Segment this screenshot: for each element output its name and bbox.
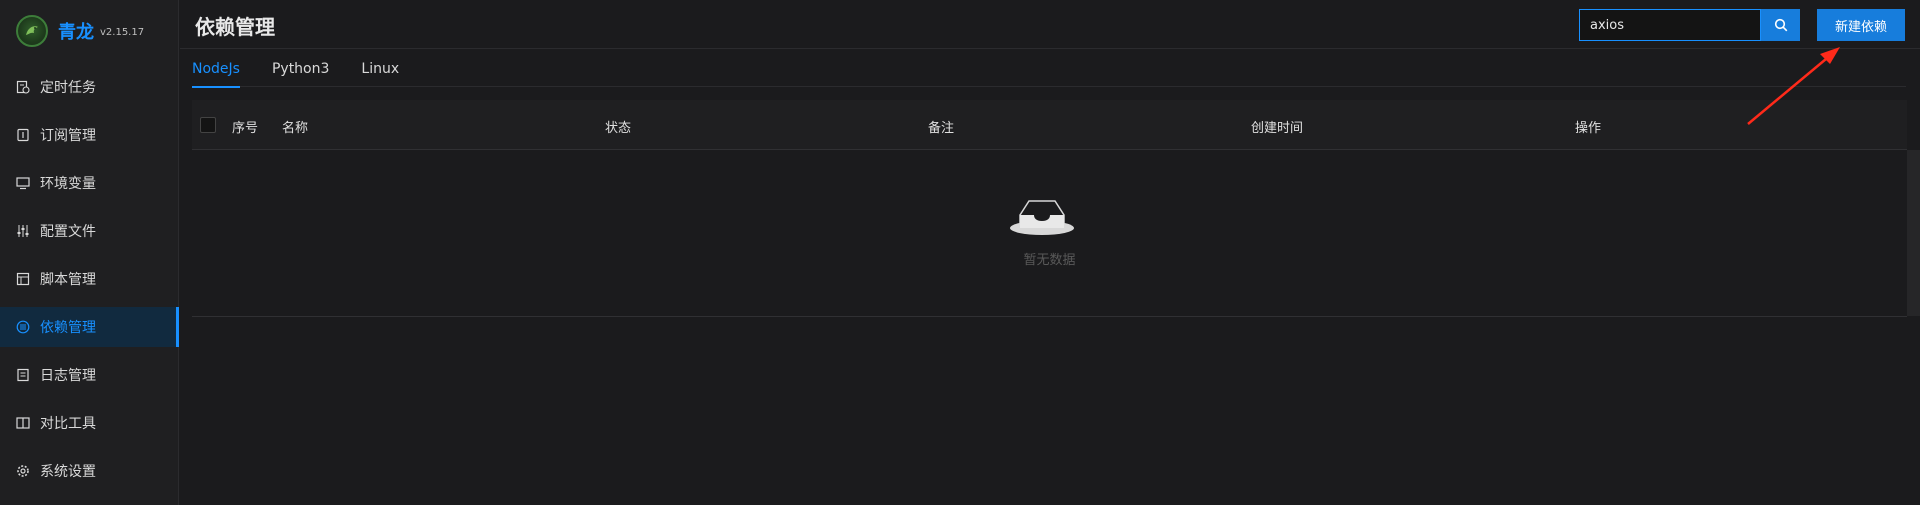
tab-bar: NodeJs Python3 Linux — [192, 50, 1906, 88]
sidebar-item-label: 定时任务 — [40, 80, 96, 96]
tab-linux[interactable]: Linux — [361, 50, 399, 87]
empty-inbox-icon — [1010, 200, 1074, 235]
app-name: 青龙 — [58, 22, 94, 43]
tab-nodejs[interactable]: NodeJs — [192, 50, 240, 88]
table-header: 序号 名称 状态 备注 创建时间 操作 — [192, 100, 1907, 150]
sidebar-item-subscription[interactable]: 订阅管理 — [0, 115, 178, 155]
sidebar: 青龙 v2.15.17 定时任务 订阅管理 环境变量 配置文件 脚本管理 依赖管… — [0, 0, 179, 505]
sidebar-item-label: 订阅管理 — [40, 128, 96, 144]
sidebar-item-diff[interactable]: 对比工具 — [0, 403, 178, 443]
search-icon — [1774, 18, 1787, 32]
sidebar-item-label: 依赖管理 — [40, 320, 96, 336]
column-header-created-time: 创建时间 — [1251, 121, 1304, 136]
search-input[interactable] — [1579, 9, 1761, 41]
gear-icon — [16, 464, 30, 478]
page-title: 依赖管理 — [195, 15, 275, 39]
sidebar-item-config[interactable]: 配置文件 — [0, 211, 178, 251]
sidebar-item-label: 脚本管理 — [40, 272, 96, 288]
create-dependency-button[interactable]: 新建依赖 — [1817, 9, 1905, 41]
brand[interactable]: 青龙 v2.15.17 — [0, 0, 178, 62]
dependency-icon — [16, 320, 30, 334]
sidebar-item-environment[interactable]: 环境变量 — [0, 163, 178, 203]
column-header-status: 状态 — [605, 121, 632, 136]
tab-python3[interactable]: Python3 — [272, 50, 329, 87]
empty-state-text: 暂无数据 — [1023, 253, 1076, 268]
script-icon — [16, 272, 30, 286]
table-body: 暂无数据 — [192, 150, 1907, 316]
environment-icon — [16, 176, 30, 190]
sidebar-item-schedule[interactable]: 定时任务 — [0, 67, 178, 107]
schedule-icon — [16, 80, 30, 94]
sidebar-item-label: 环境变量 — [40, 176, 96, 192]
qinglong-logo-icon — [16, 15, 48, 47]
column-header-index: 序号 — [232, 121, 259, 136]
sidebar-item-settings[interactable]: 系统设置 — [0, 451, 178, 491]
diff-icon — [16, 416, 30, 430]
search-bar — [1579, 9, 1800, 41]
config-sliders-icon — [16, 224, 30, 238]
search-button[interactable] — [1761, 9, 1800, 41]
column-header-actions: 操作 — [1575, 121, 1602, 136]
column-header-remark: 备注 — [928, 121, 955, 136]
column-header-name: 名称 — [282, 121, 309, 136]
sidebar-item-label: 日志管理 — [40, 368, 96, 384]
sidebar-item-script[interactable]: 脚本管理 — [0, 259, 178, 299]
sidebar-item-log[interactable]: 日志管理 — [0, 355, 178, 395]
sidebar-item-label: 系统设置 — [40, 464, 96, 480]
log-icon — [16, 368, 30, 382]
app-version: v2.15.17 — [100, 27, 145, 38]
subscription-icon — [16, 128, 30, 142]
dependency-table: 序号 名称 状态 备注 创建时间 操作 暂无数据 — [192, 100, 1907, 317]
sidebar-item-label: 对比工具 — [40, 416, 96, 432]
sidebar-item-dependency[interactable]: 依赖管理 — [0, 307, 179, 347]
table-vertical-scrollbar[interactable] — [1907, 150, 1920, 316]
sidebar-menu: 定时任务 订阅管理 环境变量 配置文件 脚本管理 依赖管理 日志管理 对比工具 — [0, 67, 179, 491]
select-all-checkbox[interactable] — [200, 117, 216, 133]
sidebar-item-label: 配置文件 — [40, 224, 96, 240]
